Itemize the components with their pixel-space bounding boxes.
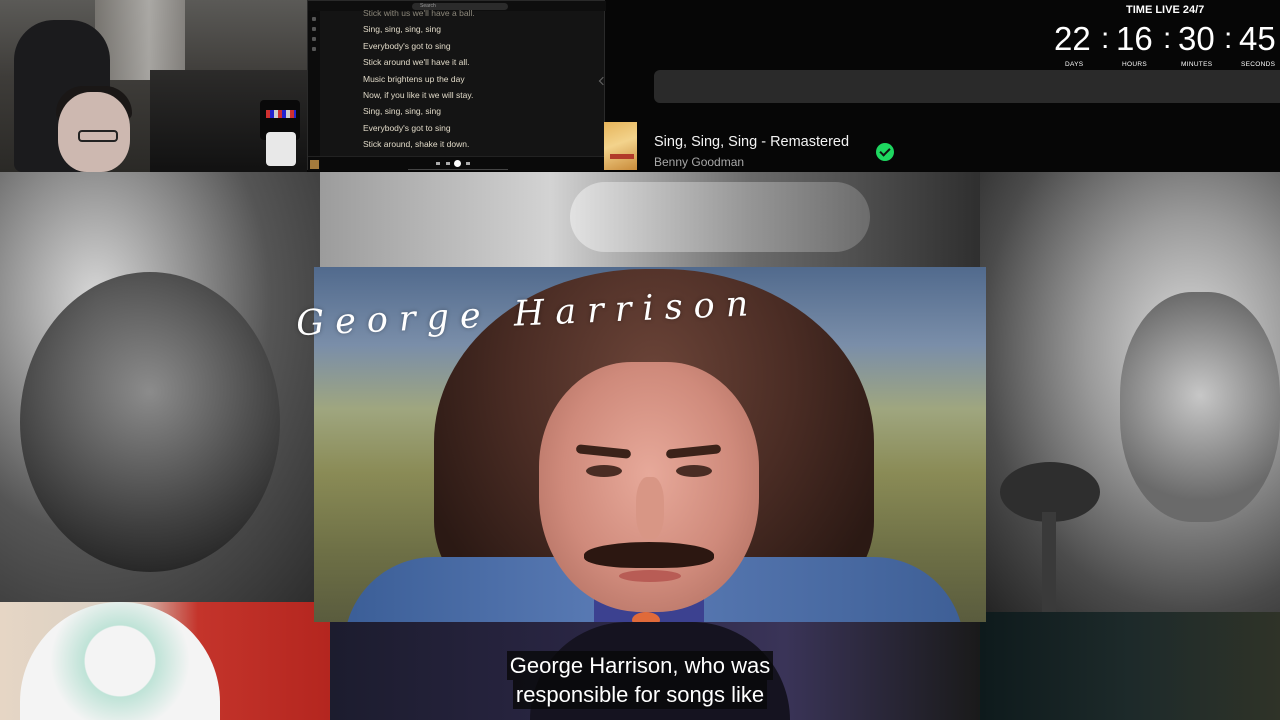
webcam-cup [266, 132, 296, 166]
timer-days-label: DAYS [1065, 61, 1084, 68]
webcam-gear-lights [266, 110, 296, 118]
lyric-line: Stick around we'll have it all. [363, 57, 470, 68]
timer-seconds-label: SECONDS [1241, 61, 1276, 68]
sidebar-library-icon[interactable] [312, 37, 316, 41]
timer-hours: 16 [1116, 20, 1153, 57]
mini-album-art [310, 160, 319, 169]
progress-bar[interactable] [408, 169, 508, 170]
lyric-line: Stick around, shake it down. [363, 139, 470, 150]
collage-bw-detail [570, 182, 870, 252]
portrait-scarf [632, 612, 660, 622]
checkmark-icon[interactable] [876, 143, 894, 161]
subtitle-line-2: responsible for songs like [512, 680, 768, 709]
countdown-timer: TIME LIVE 24/7 22 : 16 : 30 : 45 DAYS HO… [1048, 0, 1280, 72]
portrait-eye-right [676, 465, 712, 477]
lyric-line: Sing, sing, sing, sing [363, 106, 441, 117]
collage-tile-top [320, 172, 980, 268]
timer-title: TIME LIVE 24/7 [1126, 4, 1205, 16]
sidebar-home-icon[interactable] [312, 17, 316, 21]
collage-tile-right [980, 172, 1280, 612]
portrait-eye-left [586, 465, 622, 477]
timer-minutes: 30 [1178, 20, 1215, 57]
timer-hours-label: HOURS [1122, 61, 1147, 68]
webcam-feed [0, 0, 307, 172]
collage-tile-top-left [0, 172, 320, 602]
video-player[interactable]: George Harrison George Harrison, who was… [0, 172, 1280, 720]
sidebar-search-icon[interactable] [312, 27, 316, 31]
lyrics-sidebar [308, 11, 320, 157]
album-art [604, 122, 637, 170]
mini-player-bar [308, 156, 606, 171]
subtitle-line-1: George Harrison, who was [506, 651, 774, 680]
lyric-line: Sing, sing, sing, sing [363, 24, 441, 35]
track-artist[interactable]: Benny Goodman [654, 155, 744, 169]
webcam-glasses [78, 130, 118, 142]
lyric-line: Stick with us we'll have a ball. [363, 8, 475, 18]
lyric-line: Everybody's got to sing [363, 122, 451, 133]
portrait-mustache [584, 542, 714, 568]
timer-separator: : [1163, 22, 1172, 55]
subtitle-caption: George Harrison, who was responsible for… [0, 651, 1280, 709]
lyrics-list: Stick with us we'll have a ball. Sing, s… [363, 5, 563, 153]
search-bar[interactable] [654, 70, 1280, 103]
play-icon[interactable] [454, 160, 461, 167]
lyrics-window: Search Stick with us we'll have a ball. … [307, 0, 606, 171]
timer-days: 22 [1054, 20, 1091, 57]
lyric-line: Music brightens up the day [363, 73, 465, 84]
timer-separator: : [1224, 22, 1233, 55]
timer-separator: : [1101, 22, 1110, 55]
next-icon[interactable] [466, 162, 470, 165]
shuffle-icon[interactable] [436, 162, 440, 165]
lyric-line: Now, if you like it we will stay. [363, 89, 474, 100]
album-art-label [610, 154, 634, 159]
timer-seconds: 45 [1239, 20, 1276, 57]
collage-bw-portrait [20, 272, 280, 572]
previous-icon[interactable] [446, 162, 450, 165]
lyric-line: Everybody's got to sing [363, 40, 451, 51]
stream-top-strip: Search Stick with us we'll have a ball. … [0, 0, 1280, 172]
track-title[interactable]: Sing, Sing, Sing - Remastered [654, 134, 849, 150]
collage-bw-singer [1120, 292, 1280, 522]
portrait-mouth [619, 570, 681, 582]
sidebar-playlist-icon[interactable] [312, 47, 316, 51]
collage-mic-stand [1042, 512, 1056, 612]
portrait-nose [636, 477, 664, 539]
timer-minutes-label: MINUTES [1181, 61, 1213, 68]
